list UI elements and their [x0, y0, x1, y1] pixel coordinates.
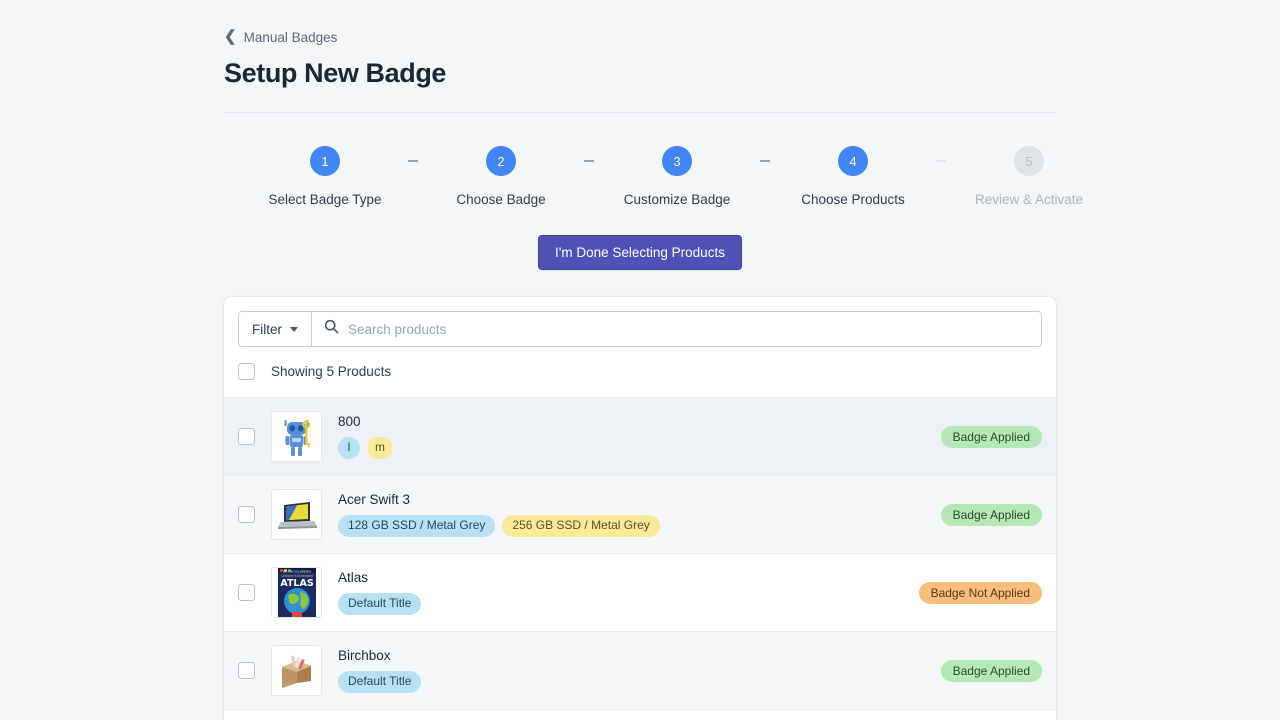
search-bar: Filter — [238, 311, 1042, 347]
breadcrumb[interactable]: ❮ Manual Badges — [224, 28, 1056, 46]
atlas-book-image: DK ENCYCLOPEDIA Children's Illustrated A… — [271, 567, 322, 618]
table-row[interactable]: Acer Swift 3 128 GB SSD / Metal Grey 256… — [224, 476, 1056, 554]
product-name: Atlas — [338, 570, 903, 585]
search-icon — [324, 319, 339, 339]
status-badge: Badge Applied — [941, 504, 1042, 526]
stepper-connector-4 — [936, 160, 946, 162]
cardboard-box-image — [271, 645, 322, 696]
product-info: Acer Swift 3 128 GB SSD / Metal Grey 256… — [338, 492, 925, 537]
stepper-step-4[interactable]: 4 Choose Products — [770, 146, 936, 207]
row-checkbox[interactable] — [238, 506, 255, 523]
variant-tag: 256 GB SSD / Metal Grey — [502, 515, 659, 537]
row-checkbox[interactable] — [238, 428, 255, 445]
step-5-label: Review & Activate — [975, 192, 1083, 207]
variant-tags: 128 GB SSD / Metal Grey 256 GB SSD / Met… — [338, 515, 925, 537]
table-row[interactable]: 800 l m Badge Applied — [224, 398, 1056, 476]
card-header: Filter — [224, 297, 1056, 347]
variant-tag: l — [338, 437, 360, 459]
step-3-circle: 3 — [662, 146, 692, 176]
page-root: ❮ Manual Badges Setup New Badge 1 Select… — [0, 0, 1280, 720]
stepper-connector-2 — [584, 160, 594, 162]
step-5-circle: 5 — [1014, 146, 1044, 176]
product-info: 800 l m — [338, 414, 925, 459]
table-row[interactable]: Green Sofa Bed Default Title Badge Not A… — [224, 710, 1056, 720]
row-checkbox[interactable] — [238, 662, 255, 679]
chevron-left-icon: ❮ — [224, 29, 237, 44]
svg-text:DK ENCYCLOPEDIA: DK ENCYCLOPEDIA — [282, 569, 311, 573]
product-info: Birchbox Default Title — [338, 648, 925, 693]
svg-text:ATLAS: ATLAS — [280, 578, 314, 589]
stepper-connector-1 — [408, 160, 418, 162]
variant-tag: Default Title — [338, 671, 421, 693]
select-all-row: Showing 5 Products — [224, 347, 1056, 398]
select-all-checkbox[interactable] — [238, 363, 255, 380]
status-badge: Badge Applied — [941, 426, 1042, 448]
table-row[interactable]: DK ENCYCLOPEDIA Children's Illustrated A… — [224, 554, 1056, 632]
product-name: 800 — [338, 414, 925, 429]
variant-tag: m — [367, 437, 393, 459]
page-content: ❮ Manual Badges Setup New Badge 1 Select… — [224, 0, 1056, 720]
caret-down-icon — [290, 327, 298, 332]
filter-label: Filter — [252, 322, 282, 337]
stepper-connector-3 — [760, 160, 770, 162]
variant-tags: Default Title — [338, 671, 925, 693]
variant-tag: 128 GB SSD / Metal Grey — [338, 515, 495, 537]
search-area — [312, 312, 1041, 346]
product-name: Acer Swift 3 — [338, 492, 925, 507]
table-row[interactable]: Birchbox Default Title Badge Applied — [224, 632, 1056, 710]
stepper: 1 Select Badge Type 2 Choose Badge 3 Cus… — [224, 146, 1056, 207]
variant-tag: Default Title — [338, 593, 421, 615]
filter-dropdown[interactable]: Filter — [239, 312, 312, 346]
showing-count-label: Showing 5 Products — [271, 364, 391, 379]
stepper-step-2[interactable]: 2 Choose Badge — [418, 146, 584, 207]
variant-tags: l m — [338, 437, 925, 459]
done-selecting-products-button[interactable]: I'm Done Selecting Products — [538, 235, 742, 270]
stepper-step-5[interactable]: 5 Review & Activate — [946, 146, 1112, 207]
stepper-step-1[interactable]: 1 Select Badge Type — [242, 146, 408, 207]
step-1-circle: 1 — [310, 146, 340, 176]
title-divider — [224, 112, 1056, 113]
breadcrumb-label: Manual Badges — [244, 30, 338, 45]
row-checkbox[interactable] — [238, 584, 255, 601]
product-selection-card: Filter Sho — [224, 297, 1056, 720]
primary-action-row: I'm Done Selecting Products — [224, 235, 1056, 270]
product-info: Atlas Default Title — [338, 570, 903, 615]
product-name: Birchbox — [338, 648, 925, 663]
step-3-label: Customize Badge — [624, 192, 731, 207]
page-title: Setup New Badge — [224, 58, 1056, 89]
stepper-step-3[interactable]: 3 Customize Badge — [594, 146, 760, 207]
variant-tags: Default Title — [338, 593, 903, 615]
step-2-label: Choose Badge — [456, 192, 545, 207]
status-badge: Badge Applied — [941, 660, 1042, 682]
robot-image — [271, 411, 322, 462]
step-1-label: Select Badge Type — [268, 192, 381, 207]
laptop-image — [271, 489, 322, 540]
status-badge: Badge Not Applied — [919, 582, 1042, 604]
step-2-circle: 2 — [486, 146, 516, 176]
search-input[interactable] — [348, 322, 1029, 337]
step-4-circle: 4 — [838, 146, 868, 176]
step-4-label: Choose Products — [801, 192, 905, 207]
